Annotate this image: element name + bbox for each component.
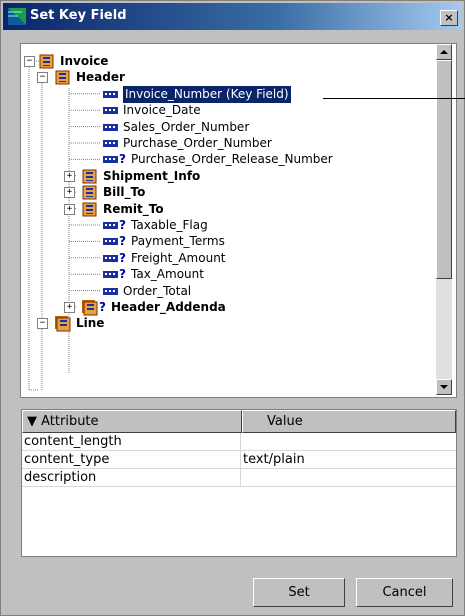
field-icon <box>103 271 118 279</box>
tree-node-label: Header <box>76 70 125 85</box>
field-icon <box>103 140 118 147</box>
callout-line <box>323 98 465 99</box>
tree-node-header-addenda[interactable]: +? Header_Addenda <box>21 299 436 316</box>
attribute-column-header[interactable]: ▼ Attribute <box>22 410 242 433</box>
close-icon: × <box>444 11 454 24</box>
record-icon <box>82 169 97 184</box>
attribute-row[interactable]: content_type text/plain <box>22 451 456 469</box>
collapse-icon[interactable]: − <box>24 56 35 67</box>
tree-node-invoice-number[interactable]: Invoice_Number (Key Field) <box>21 84 436 104</box>
repeating-record-icon <box>82 300 98 316</box>
optional-marker-icon: ? <box>119 152 126 167</box>
expand-icon[interactable]: + <box>64 203 75 215</box>
field-icon <box>103 254 118 262</box>
scroll-thumb[interactable] <box>436 60 452 279</box>
tree-node-tax-amount[interactable]: ? Tax_Amount <box>21 266 436 283</box>
tree-node-label: Purchase_Order_Release_Number <box>131 152 333 167</box>
tree-node-label: Invoice_Date <box>123 103 201 118</box>
tree-node-order-total[interactable]: Order_Total <box>21 283 436 300</box>
tree-node-label: Tax_Amount <box>131 267 204 282</box>
optional-marker-icon: ? <box>119 218 126 232</box>
window-title: Set Key Field <box>30 8 127 23</box>
tree-node-label: Order_Total <box>123 283 192 298</box>
expand-icon[interactable]: + <box>64 187 75 199</box>
optional-marker-icon: ? <box>99 300 106 314</box>
dialog-window: Set Key Field × − Invoice − Header Invoice_N… <box>0 0 465 616</box>
tree-node-label: Taxable_Flag <box>131 218 208 232</box>
close-button[interactable]: × <box>440 10 458 26</box>
attribute-row[interactable]: description <box>22 469 456 487</box>
tree-node-remit-to[interactable]: + Remit_To <box>21 201 436 218</box>
tree-node-header[interactable]: − Header <box>21 69 436 86</box>
field-icon <box>103 156 118 164</box>
attribute-name-cell: content_type <box>22 451 241 469</box>
tree-node-label: Invoice <box>60 54 109 68</box>
tree-node-label: Remit_To <box>103 201 164 216</box>
optional-marker-icon: ? <box>119 250 126 265</box>
record-icon <box>82 185 97 200</box>
tree-node-purchase-order-number[interactable]: Purchase_Order_Number <box>21 135 436 152</box>
tree-node-invoice-date[interactable]: Invoice_Date <box>21 102 436 119</box>
cancel-button[interactable]: Cancel <box>356 578 453 607</box>
tree-node-invoice[interactable]: − Invoice <box>21 53 436 70</box>
tree-node-bill-to[interactable]: + Bill_To <box>21 184 436 201</box>
tree-node-label: Shipment_Info <box>103 168 201 183</box>
attribute-value-cell[interactable]: text/plain <box>241 451 456 469</box>
set-button[interactable]: Set <box>253 578 345 607</box>
optional-marker-icon: ? <box>119 267 126 282</box>
tree-node-label: Payment_Terms <box>131 234 225 249</box>
field-icon <box>103 90 118 98</box>
value-column-header[interactable]: Value <box>242 410 456 433</box>
tree-node-label: Purchase_Order_Number <box>123 136 272 150</box>
app-icon <box>8 8 26 25</box>
attribute-value-cell[interactable] <box>241 469 456 487</box>
tree-node-label: Freight_Amount <box>131 250 226 265</box>
tree-node-label: Sales_Order_Number <box>123 119 250 134</box>
tree-node-purchase-order-release-number[interactable]: ? Purchase_Order_Release_Number <box>21 151 436 168</box>
record-icon <box>39 54 54 69</box>
tree-node-payment-terms[interactable]: ? Payment_Terms <box>21 233 436 250</box>
tree-vertical-scrollbar[interactable] <box>436 44 452 395</box>
expand-icon[interactable]: + <box>64 302 75 313</box>
expand-icon[interactable]: + <box>64 170 75 182</box>
attribute-name-cell: description <box>22 469 241 487</box>
tree-node-sales-order-number[interactable]: Sales_Order_Number <box>21 119 436 136</box>
optional-marker-icon: ? <box>119 234 126 249</box>
collapse-icon[interactable]: − <box>37 318 48 330</box>
scroll-down-button[interactable] <box>436 379 452 395</box>
arrow-down-icon <box>440 385 448 389</box>
attribute-table[interactable]: ▼ Attribute Value content_length content_… <box>21 409 457 557</box>
tree-node-freight-amount[interactable]: ? Freight_Amount <box>21 250 436 267</box>
schema-tree[interactable]: − Invoice − Header Invoice_Number (Key Field… <box>20 43 457 398</box>
scroll-up-button[interactable] <box>436 44 452 60</box>
repeating-record-icon <box>55 316 71 332</box>
field-icon <box>103 222 118 229</box>
field-icon <box>103 107 118 115</box>
tree-node-label: Invoice_Number (Key Field) <box>122 84 292 104</box>
tree-node-label: Bill_To <box>103 185 146 200</box>
tree-node-label: Header_Addenda <box>111 300 226 314</box>
attribute-row[interactable]: content_length <box>22 433 456 451</box>
tree-node-taxable-flag[interactable]: ? Taxable_Flag <box>21 217 436 234</box>
tree-node-line[interactable]: − Line <box>21 315 436 332</box>
arrow-up-icon <box>440 50 448 54</box>
collapse-icon[interactable]: − <box>37 72 48 84</box>
field-icon <box>103 123 118 131</box>
attribute-name-cell: content_length <box>22 433 241 451</box>
record-icon <box>55 70 70 85</box>
tree-node-label: Line <box>76 316 105 331</box>
record-icon <box>82 202 97 217</box>
field-icon <box>103 287 118 295</box>
tree-node-shipment-info[interactable]: + Shipment_Info <box>21 168 436 185</box>
field-icon <box>103 238 118 246</box>
attribute-value-cell[interactable] <box>241 433 456 451</box>
title-bar[interactable]: Set Key Field × <box>3 3 462 30</box>
